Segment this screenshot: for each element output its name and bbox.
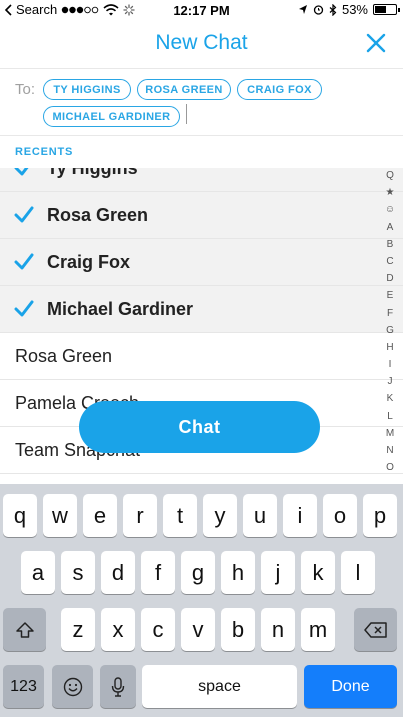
keyboard: q w e r t y u i o p a s d f g h j k l z … bbox=[0, 484, 403, 717]
key-letter[interactable]: e bbox=[83, 494, 117, 537]
list-item-selected[interactable]: Michael Gardiner bbox=[0, 286, 403, 333]
key-letter[interactable]: m bbox=[301, 608, 335, 651]
status-bar: Search 12:17 PM 53% bbox=[0, 0, 403, 20]
index-letter[interactable]: B bbox=[387, 236, 394, 253]
index-search-letter[interactable]: Q bbox=[386, 167, 394, 184]
list-item[interactable]: Rosa Green bbox=[0, 333, 403, 380]
emoji-icon bbox=[63, 677, 82, 696]
contact-name: Craig Fox bbox=[47, 252, 131, 272]
backspace-icon bbox=[363, 621, 387, 638]
key-letter[interactable]: g bbox=[181, 551, 215, 594]
index-smiley-icon[interactable]: ☺ bbox=[385, 201, 395, 218]
checkmark-icon bbox=[14, 168, 29, 176]
page-title: New Chat bbox=[155, 31, 248, 54]
key-letter[interactable]: a bbox=[21, 551, 55, 594]
battery-icon bbox=[373, 4, 400, 15]
recipient-chip[interactable]: CRAIG FOX bbox=[237, 79, 322, 100]
recipient-chip[interactable]: TY HIGGINS bbox=[43, 79, 131, 100]
recipients-field[interactable]: To: TY HIGGINS ROSA GREEN CRAIG FOX MICH… bbox=[0, 68, 403, 136]
key-letter[interactable]: b bbox=[221, 608, 255, 651]
recipient-chip[interactable]: MICHAEL GARDINER bbox=[43, 106, 180, 127]
key-letter[interactable]: l bbox=[341, 551, 375, 594]
checkmark-icon bbox=[14, 300, 34, 317]
key-letter[interactable]: h bbox=[221, 551, 255, 594]
status-right: 53% bbox=[298, 2, 400, 17]
key-letter[interactable]: j bbox=[261, 551, 295, 594]
index-letter[interactable]: D bbox=[386, 270, 393, 287]
battery-percent: 53% bbox=[341, 2, 368, 17]
header: New Chat bbox=[0, 20, 403, 68]
dictation-key[interactable] bbox=[100, 665, 136, 708]
contact-name: Ty Higgins bbox=[47, 168, 138, 178]
key-letter[interactable]: u bbox=[243, 494, 277, 537]
emoji-key[interactable] bbox=[52, 665, 93, 708]
index-letter[interactable]: K bbox=[387, 390, 394, 407]
key-letter[interactable]: i bbox=[283, 494, 317, 537]
key-letter[interactable]: t bbox=[163, 494, 197, 537]
key-letter[interactable]: z bbox=[61, 608, 95, 651]
recipient-chip[interactable]: ROSA GREEN bbox=[137, 79, 231, 100]
index-letter[interactable]: L bbox=[387, 408, 393, 425]
contact-name: Rosa Green bbox=[47, 205, 149, 225]
key-letter[interactable]: d bbox=[101, 551, 135, 594]
shift-key[interactable] bbox=[3, 608, 46, 651]
checkmark-icon bbox=[14, 206, 34, 223]
key-letter[interactable]: y bbox=[203, 494, 237, 537]
recents-heading: RECENTS bbox=[15, 146, 74, 158]
key-letter[interactable]: o bbox=[323, 494, 357, 537]
alarm-clock-icon bbox=[313, 5, 324, 15]
microphone-icon bbox=[111, 676, 125, 697]
text-cursor bbox=[186, 104, 187, 124]
space-key[interactable]: space bbox=[142, 665, 297, 708]
index-letter[interactable]: H bbox=[386, 339, 393, 356]
key-letter[interactable]: k bbox=[301, 551, 335, 594]
chat-button[interactable]: Chat bbox=[79, 401, 320, 453]
index-letter[interactable]: J bbox=[388, 373, 393, 390]
numbers-key[interactable]: 123 bbox=[3, 665, 44, 708]
to-label: To: bbox=[15, 81, 36, 98]
index-letter[interactable]: O bbox=[386, 459, 394, 476]
index-letter[interactable]: F bbox=[387, 305, 393, 322]
index-letter[interactable]: I bbox=[389, 356, 392, 373]
index-letter[interactable]: E bbox=[387, 287, 394, 304]
key-letter[interactable]: w bbox=[43, 494, 77, 537]
battery-fill bbox=[375, 6, 386, 13]
key-letter[interactable]: v bbox=[181, 608, 215, 651]
bluetooth-icon bbox=[329, 3, 337, 16]
key-letter[interactable]: f bbox=[141, 551, 175, 594]
index-star-icon[interactable]: ★ bbox=[386, 184, 395, 201]
key-letter[interactable]: x bbox=[101, 608, 135, 651]
index-letter[interactable]: N bbox=[386, 442, 393, 459]
index-letter[interactable]: G bbox=[386, 322, 394, 339]
delete-key[interactable] bbox=[354, 608, 397, 651]
index-letter[interactable]: A bbox=[387, 219, 394, 236]
shift-arrow-icon bbox=[15, 621, 34, 638]
location-arrow-icon bbox=[298, 5, 307, 14]
list-item-selected[interactable]: Craig Fox bbox=[0, 239, 403, 286]
done-key[interactable]: Done bbox=[304, 665, 397, 708]
key-letter[interactable]: q bbox=[3, 494, 37, 537]
new-chat-screen: Search 12:17 PM 53% New Chat To: TY HIGG… bbox=[0, 0, 403, 717]
checkmark-icon bbox=[14, 253, 34, 270]
key-letter[interactable]: r bbox=[123, 494, 157, 537]
list-item-selected[interactable]: Rosa Green bbox=[0, 192, 403, 239]
index-letter[interactable]: M bbox=[386, 425, 394, 442]
list-item-selected[interactable]: Ty Higgins bbox=[0, 168, 403, 192]
key-letter[interactable]: s bbox=[61, 551, 95, 594]
key-letter[interactable]: p bbox=[363, 494, 397, 537]
contact-name: Rosa Green bbox=[15, 346, 113, 366]
alphabet-index[interactable]: Q ★ ☺ A B C D E F G H I J K L M N O bbox=[383, 167, 397, 476]
close-icon[interactable] bbox=[365, 32, 387, 54]
index-letter[interactable]: C bbox=[386, 253, 393, 270]
key-letter[interactable]: c bbox=[141, 608, 175, 651]
key-letter[interactable]: n bbox=[261, 608, 295, 651]
contact-name: Michael Gardiner bbox=[47, 299, 194, 319]
